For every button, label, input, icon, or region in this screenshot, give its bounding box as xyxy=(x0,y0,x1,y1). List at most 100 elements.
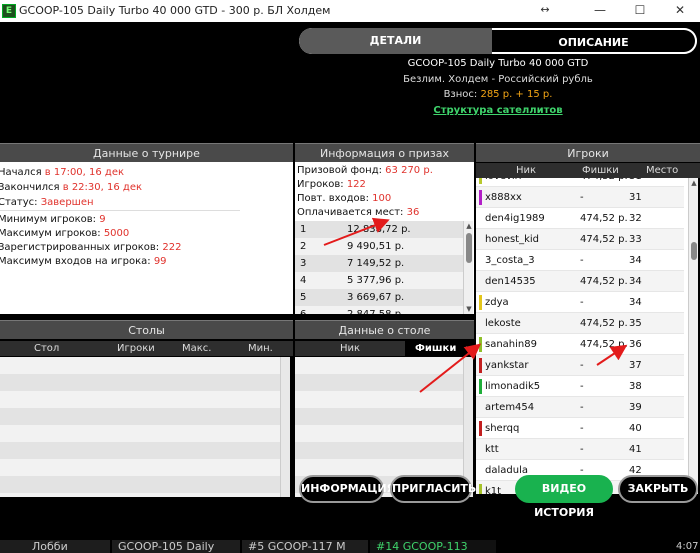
clock: 4:07 xyxy=(676,541,699,552)
scroll-up-icon[interactable]: ▲ xyxy=(689,178,699,188)
player-row[interactable]: lekoste 474,52 р. 35 xyxy=(476,313,684,334)
player-row[interactable]: zdya - 34 xyxy=(476,292,684,313)
buyin-line: Взнос: 285 р. + 15 р. xyxy=(299,89,697,100)
maximize-button[interactable]: ☐ xyxy=(620,0,660,22)
player-row[interactable]: loveviri 474,52 р.31 xyxy=(476,178,684,187)
player-color-mark xyxy=(479,379,482,394)
player-color-mark xyxy=(479,484,482,494)
table-data-header: Данные о столе xyxy=(295,320,474,339)
player-chips: - xyxy=(580,402,584,413)
player-chips: - xyxy=(580,360,584,371)
taskbar-tab-1[interactable]: GCOOP-105 Daily xyxy=(112,540,240,553)
tables-header: Столы xyxy=(0,320,293,339)
col-min[interactable]: Мин. xyxy=(248,341,273,356)
players-column-header: Ник Фишки Место xyxy=(476,163,700,178)
col-player-chips[interactable]: Фишки xyxy=(582,163,619,178)
tables-scrollbar[interactable] xyxy=(280,357,290,497)
table-row: 4 5 377,96 р. xyxy=(295,272,463,289)
payout-amount: 12 838,72 р. xyxy=(347,224,411,235)
col-table[interactable]: Стол xyxy=(34,341,59,356)
prize-info-panel: Призовой фонд: 63 270 р. Игроков: 122 По… xyxy=(295,162,474,314)
invite-button[interactable]: ПРИГЛАСИТЬ xyxy=(390,475,476,503)
scroll-thumb[interactable] xyxy=(466,233,472,263)
window-title: GCOOP-105 Daily Turbo 40 000 GTD - 300 р… xyxy=(19,4,331,17)
player-row[interactable]: 3_costa_3 - 34 xyxy=(476,250,684,271)
players-scrollbar[interactable]: ▲ ▼ xyxy=(688,178,698,494)
close-button[interactable]: ЗАКРЫТЬ xyxy=(618,475,698,503)
max-players-value: 5000 xyxy=(103,228,130,239)
paid-places-line: Оплачивается мест: 36 xyxy=(297,207,419,218)
player-place: 38 xyxy=(629,381,642,392)
minimize-button[interactable]: — xyxy=(580,0,620,22)
min-players-value: 9 xyxy=(99,214,106,225)
col-chips-sorted[interactable]: Фишки ▼ xyxy=(405,341,474,356)
payouts-scrollbar[interactable]: ▲ ▼ xyxy=(463,221,473,314)
player-chips: - xyxy=(580,297,584,308)
player-color-mark xyxy=(479,190,482,205)
player-nick: sanahin89 xyxy=(485,339,537,350)
tab-details[interactable]: ДЕТАЛИ xyxy=(299,28,492,54)
player-color-mark xyxy=(479,178,482,184)
info-button[interactable]: ИНФОРМАЦИЯ xyxy=(299,475,395,503)
tables-column-header: Стол Игроки Макс. Мин. xyxy=(0,341,293,356)
col-player-place[interactable]: Место xyxy=(646,163,678,178)
player-nick: x888xx xyxy=(485,192,522,203)
player-row[interactable]: sanahin89 474,52 р. 36 xyxy=(476,334,684,355)
scroll-down-icon[interactable]: ▼ xyxy=(464,304,474,314)
player-row[interactable]: ktt - 41 xyxy=(476,439,684,460)
scroll-thumb[interactable] xyxy=(691,242,697,260)
player-place: 37 xyxy=(629,360,642,371)
taskbar-lobby[interactable]: Лобби xyxy=(0,540,110,553)
status-line: Статус: Завершен xyxy=(0,195,94,210)
player-row[interactable]: limonadik5 - 38 xyxy=(476,376,684,397)
player-nick: artem454 xyxy=(485,402,535,413)
player-nick: yankstar xyxy=(485,360,529,371)
player-row[interactable]: den14535 474,52 р. 34 xyxy=(476,271,684,292)
player-place: 40 xyxy=(629,423,642,434)
col-max[interactable]: Макс. xyxy=(182,341,211,356)
video-history-button[interactable]: ВИДЕО ИСТОРИЯ xyxy=(515,475,613,519)
col-player-nick[interactable]: Ник xyxy=(516,163,536,178)
player-nick: lekoste xyxy=(485,318,521,329)
player-chips: 474,52 р. xyxy=(580,178,628,187)
player-chips: 474,52 р. xyxy=(580,318,628,329)
player-row[interactable]: artem454 - 39 xyxy=(476,397,684,418)
taskbar-tab-2[interactable]: #5 GCOOP-117 M xyxy=(242,540,368,553)
table-row: 1 12 838,72 р. xyxy=(295,221,463,238)
player-nick: sherqq xyxy=(485,423,520,434)
table-row: 6 2 847,58 р. xyxy=(295,306,463,314)
col-players[interactable]: Игроки xyxy=(117,341,155,356)
status-value: Завершен xyxy=(40,197,94,208)
payout-place: 3 xyxy=(300,258,307,269)
player-nick: zdya xyxy=(485,297,509,308)
player-nick: den4ig1989 xyxy=(485,213,545,224)
max-players-line: Максимум игроков: 5000 xyxy=(0,226,129,241)
player-row[interactable]: honest_kid 474,52 р. 33 xyxy=(476,229,684,250)
min-players-line: Минимум игроков: 9 xyxy=(0,212,106,227)
tab-description[interactable]: ОПИСАНИЕ xyxy=(492,28,697,54)
player-row[interactable]: sherqq - 40 xyxy=(476,418,684,439)
player-row[interactable]: den4ig1989 474,52 р. 32 xyxy=(476,208,684,229)
player-row[interactable]: yankstar - 37 xyxy=(476,355,684,376)
resize-arrows-icon[interactable]: ↔ xyxy=(525,0,565,22)
satellite-structure-link[interactable]: Структура сателлитов xyxy=(433,105,562,116)
player-row[interactable]: x888xx - 31 xyxy=(476,187,684,208)
scroll-up-icon[interactable]: ▲ xyxy=(464,221,474,231)
player-place: 34 xyxy=(629,297,642,308)
player-place: 33 xyxy=(629,234,642,245)
tournament-name: GCOOP-105 Daily Turbo 40 000 GTD xyxy=(407,58,589,69)
fund-value: 63 270 р. xyxy=(385,165,433,176)
ended-value: в 22:30, 16 дек xyxy=(62,182,143,193)
player-chips: 474,52 р. xyxy=(580,234,628,245)
player-nick: loveviri xyxy=(485,178,522,187)
paid-places-label: Оплачивается мест: xyxy=(297,207,404,218)
player-nick: honest_kid xyxy=(485,234,539,245)
close-window-button[interactable]: ✕ xyxy=(660,0,700,22)
col-nick[interactable]: Ник xyxy=(340,341,360,356)
reentries-value: 100 xyxy=(372,193,392,204)
app-icon: E xyxy=(2,4,16,18)
player-place: 34 xyxy=(629,276,642,287)
started-label: Начался xyxy=(0,167,42,178)
taskbar-tab-3[interactable]: #14 GCOOP-113 xyxy=(370,540,496,553)
max-entries-value: 99 xyxy=(153,256,167,267)
